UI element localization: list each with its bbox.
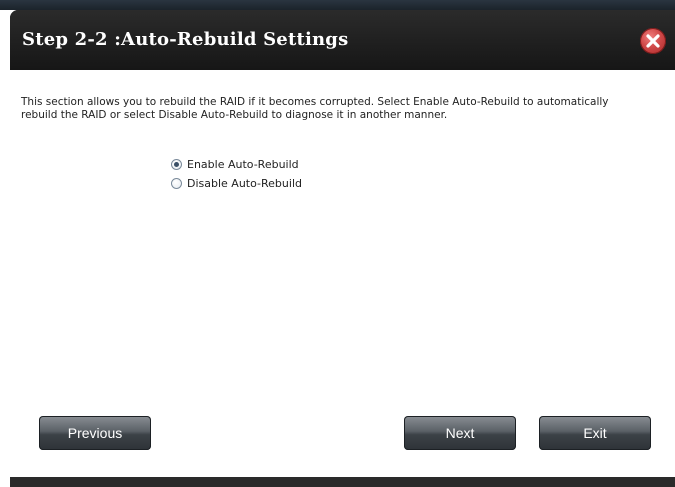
dialog-title: Step 2-2 :Auto-Rebuild Settings xyxy=(22,29,349,50)
disable-auto-rebuild-radio[interactable] xyxy=(171,178,182,189)
previous-button[interactable]: Previous xyxy=(39,416,151,450)
disable-auto-rebuild-label: Disable Auto-Rebuild xyxy=(187,177,302,190)
window-top-strip xyxy=(0,0,675,10)
description-line-2: rebuild the RAID or select Disable Auto-… xyxy=(21,109,448,121)
dialog-bottom-border xyxy=(10,477,675,487)
exit-button[interactable]: Exit xyxy=(539,416,651,450)
disable-auto-rebuild-option[interactable]: Disable Auto-Rebuild xyxy=(171,177,302,190)
enable-auto-rebuild-radio[interactable] xyxy=(171,159,182,170)
enable-auto-rebuild-label: Enable Auto-Rebuild xyxy=(187,158,299,171)
enable-auto-rebuild-option[interactable]: Enable Auto-Rebuild xyxy=(171,158,299,171)
next-button[interactable]: Next xyxy=(404,416,516,450)
auto-rebuild-wizard: Step 2-2 :Auto-Rebuild Settings This sec… xyxy=(0,0,675,487)
description-text: This section allows you to rebuild the R… xyxy=(21,96,666,122)
description-line-1: This section allows you to rebuild the R… xyxy=(21,96,609,108)
close-icon[interactable] xyxy=(640,28,666,54)
